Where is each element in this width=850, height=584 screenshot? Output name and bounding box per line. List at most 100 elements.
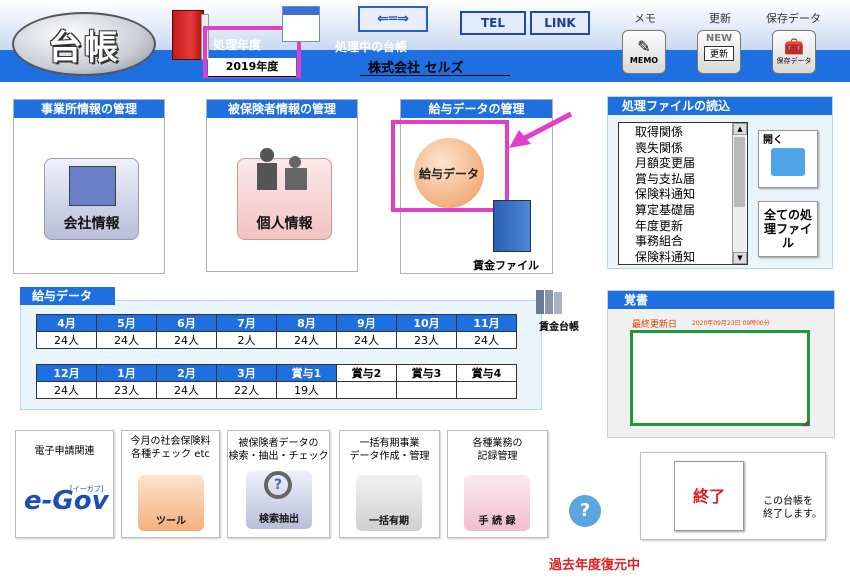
headcount-cell: 23人 xyxy=(396,331,457,349)
bulk-panel: 一括有期事業 データ作成・管理 一括有期 xyxy=(339,430,440,538)
list-item[interactable]: 取得関係 xyxy=(635,125,747,141)
salary-data-label: 給与データ xyxy=(418,166,479,181)
list-item[interactable]: 保険料通知 xyxy=(635,187,747,203)
update-label: 更新 xyxy=(709,12,731,25)
memo-label: メモ xyxy=(634,12,656,25)
list-item[interactable]: 算定基礎届 xyxy=(635,203,747,219)
bonus-header[interactable]: 賞与2 xyxy=(336,364,397,382)
bulk-label: 一括有期 xyxy=(369,516,409,527)
open-button[interactable]: 開く xyxy=(758,130,818,188)
list-item[interactable]: 喪失関係 xyxy=(635,141,747,157)
all-files-button[interactable]: 全ての処理ファイル xyxy=(758,201,818,257)
wage-file-label[interactable]: 賃金ファイル xyxy=(473,257,539,273)
bonus-header[interactable]: 賞与4 xyxy=(456,364,517,382)
magnifier-icon: ? xyxy=(264,471,292,499)
last-updated-label: 最終更新日 xyxy=(632,320,678,330)
list-item[interactable]: 保険料通知 xyxy=(635,250,747,264)
bonus-header[interactable]: 賞与3 xyxy=(396,364,457,382)
headcount-cell: 19人 xyxy=(276,381,337,399)
tools-panel: 今月の社会保険料 各種チェック etc ツール xyxy=(121,430,220,538)
month-header[interactable]: 6月 xyxy=(156,314,217,332)
insured-panel-title: 被保険者情報の管理 xyxy=(207,100,357,118)
open-label: 開く xyxy=(763,135,783,146)
calendar-icon[interactable] xyxy=(282,6,320,42)
exit-description: この台帳を 終了します。 xyxy=(763,496,822,520)
restore-status: 過去年度復元中 xyxy=(549,558,641,573)
list-item[interactable]: 事務組合 xyxy=(635,234,747,250)
bonus-header[interactable]: 賞与1 xyxy=(276,364,337,382)
list-item[interactable]: 年度更新 xyxy=(635,219,747,235)
list-item[interactable]: 賞与支払届 xyxy=(635,172,747,188)
extract-title: 被保険者データの 検索・抽出・チェック xyxy=(228,438,329,462)
table-row: 4月 5月 6月 7月 8月 9月 10月 11月 xyxy=(36,314,517,332)
headcount-cell: 22人 xyxy=(216,381,277,399)
office-panel: 事業所情報の管理 会社情報 xyxy=(13,99,165,274)
tools-button[interactable]: ツール xyxy=(138,475,204,531)
update-icon-text: 更新 xyxy=(704,46,734,61)
headcount-cell: 23人 xyxy=(96,381,157,399)
egov-title: 電子申請関連 xyxy=(34,446,95,457)
building-icon xyxy=(69,166,116,206)
list-item[interactable]: 月額変更届 xyxy=(635,156,747,172)
egov-panel: 電子申請関連 e-Gov [イーガブ] xyxy=(15,430,114,538)
month-header[interactable]: 12月 xyxy=(36,364,97,382)
tel-button[interactable]: TEL xyxy=(460,11,526,35)
headcount-cell: 24人 xyxy=(36,331,97,349)
headcount-cell: 24人 xyxy=(156,331,217,349)
process-files-title: 処理ファイルの読込 xyxy=(608,97,832,115)
table-row: 24人 23人 24人 22人 19人 xyxy=(36,381,517,399)
month-header[interactable]: 8月 xyxy=(276,314,337,332)
salary-data-button[interactable]: 給与データ xyxy=(414,138,484,208)
save-data-icon[interactable]: 🧰 保存データ xyxy=(772,30,816,74)
scroll-down-icon[interactable]: ▼ xyxy=(733,252,747,264)
all-files-label: 全ての処理ファイル xyxy=(763,208,812,250)
list-scrollbar[interactable]: ▲ ▼ xyxy=(732,123,747,264)
switch-ledger-icon[interactable]: ⇐═⇒ xyxy=(358,6,428,32)
company-name: 株式会社 セルズ xyxy=(368,61,464,76)
year-value[interactable]: 2019年度 xyxy=(208,58,296,77)
month-header[interactable]: 2月 xyxy=(156,364,217,382)
exit-button[interactable]: 終了 xyxy=(674,461,744,531)
month-header[interactable]: 5月 xyxy=(96,314,157,332)
records-button[interactable]: 手 続 録 xyxy=(464,475,530,531)
month-header[interactable]: 10月 xyxy=(396,314,457,332)
scroll-up-icon[interactable]: ▲ xyxy=(733,123,747,135)
month-header[interactable]: 11月 xyxy=(456,314,517,332)
memo-icon[interactable]: ✎ MEMO xyxy=(622,30,666,74)
wage-ledger-label[interactable]: 賃金台帳 xyxy=(539,318,579,333)
save-data-icon-text: 保存データ xyxy=(776,57,812,65)
headcount-cell: 24人 xyxy=(336,331,397,349)
help-button[interactable]: ? xyxy=(569,495,601,527)
month-header[interactable]: 1月 xyxy=(96,364,157,382)
tools-label: ツール xyxy=(156,516,186,527)
app-logo-text: 台帳 xyxy=(48,27,120,68)
headcount-cell: 24人 xyxy=(276,331,337,349)
month-header[interactable]: 3月 xyxy=(216,364,277,382)
memo-textarea[interactable] xyxy=(630,330,810,426)
office-panel-title: 事業所情報の管理 xyxy=(14,100,164,118)
ledger-book-icon xyxy=(172,10,209,60)
scroll-thumb[interactable] xyxy=(734,137,745,207)
processing-ledger-label: 処理中の台帳 xyxy=(335,40,408,54)
headcount-cell xyxy=(456,381,517,399)
month-header[interactable]: 7月 xyxy=(216,314,277,332)
memo-icon-text: MEMO xyxy=(629,56,659,65)
folder-icon xyxy=(771,148,805,176)
new-icon-text: NEW xyxy=(705,33,733,44)
wage-ledger-icon[interactable] xyxy=(532,290,566,316)
link-button[interactable]: LINK xyxy=(530,11,590,35)
table-row: 24人 24人 24人 2人 24人 24人 23人 24人 xyxy=(36,331,517,349)
headcount-cell: 2人 xyxy=(216,331,277,349)
save-data-label: 保存データ xyxy=(766,12,821,25)
bulk-button[interactable]: 一括有期 xyxy=(356,475,422,531)
process-files-panel: 処理ファイルの読込 取得関係 喪失関係 月額変更届 賞与支払届 保険料通知 算定… xyxy=(607,96,833,269)
month-header[interactable]: 4月 xyxy=(36,314,97,332)
headcount-cell: 24人 xyxy=(36,381,97,399)
exit-panel: 終了 この台帳を 終了します。 xyxy=(640,452,826,540)
toolbox-icon: 🧰 xyxy=(784,37,804,56)
company-underline xyxy=(360,75,510,76)
update-icon[interactable]: NEW 更新 xyxy=(697,30,741,74)
process-file-list[interactable]: 取得関係 喪失関係 月額変更届 賞与支払届 保険料通知 算定基礎届 年度更新 事… xyxy=(618,122,748,265)
eraser-icon[interactable]: ◢ xyxy=(802,418,809,428)
month-header[interactable]: 9月 xyxy=(336,314,397,332)
